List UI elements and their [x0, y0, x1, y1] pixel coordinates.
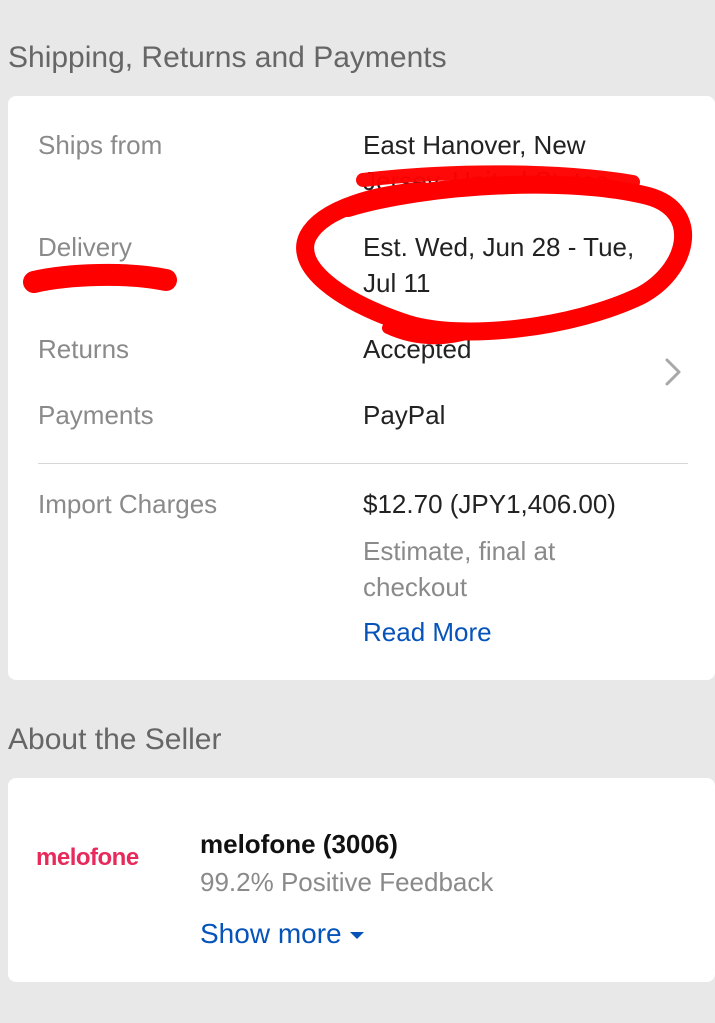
returns-label: Returns [38, 334, 130, 364]
show-more-label: Show more [200, 918, 342, 949]
ships-from-line1: East Hanover, New [363, 130, 586, 160]
delivery-label: Delivery [38, 232, 132, 262]
caret-down-icon [349, 932, 364, 940]
chevron-right-icon[interactable] [658, 352, 688, 392]
seller-logo: melofone [36, 844, 139, 871]
seller-card: melofone melofone (3006) 99.2% Positive … [8, 778, 715, 982]
seller-name[interactable]: melofone (3006) [200, 826, 398, 862]
import-charges-label: Import Charges [38, 489, 218, 519]
show-more-button[interactable]: Show more [200, 916, 364, 952]
seller-section-title: About the Seller [8, 723, 222, 756]
import-charges-value: $12.70 (JPY1,406.00) [363, 489, 616, 519]
returns-value: Accepted [363, 334, 472, 364]
shipping-card[interactable]: Ships from East Hanover, New Jersey, Uni… [8, 96, 715, 680]
ships-from-label: Ships from [38, 130, 163, 160]
delivery-line2: Jul 11 [363, 268, 431, 298]
divider [38, 463, 688, 464]
delivery-line1: Est. Wed, Jun 28 - Tue, [363, 232, 635, 262]
seller-feedback: 99.2% Positive Feedback [200, 867, 494, 897]
ships-from-value: East Hanover, New Jersey, United States [363, 127, 658, 199]
payments-label: Payments [38, 400, 154, 430]
ships-from-line2: Jersey, United States [363, 166, 609, 196]
shipping-section-title: Shipping, Returns and Payments [8, 41, 447, 74]
delivery-value: Est. Wed, Jun 28 - Tue, Jul 11 [363, 229, 658, 301]
import-charges-note: Estimate, final at checkout [363, 533, 658, 605]
import-charges-note-line2: checkout [363, 572, 468, 602]
read-more-link[interactable]: Read More [363, 614, 658, 650]
payments-value: PayPal [363, 400, 446, 430]
import-charges-note-line1: Estimate, final at [363, 536, 556, 566]
